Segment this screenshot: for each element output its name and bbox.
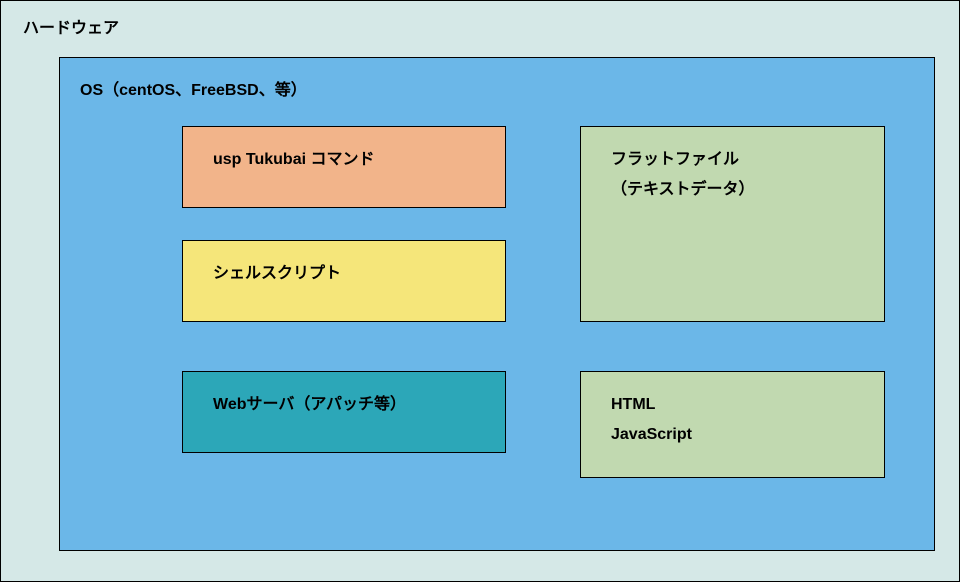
html-line2: JavaScript (611, 420, 884, 450)
diagram-canvas: ハードウェア OS（centOS、FreeBSD、等） usp Tukubai … (0, 0, 960, 582)
flatfile-box: フラットファイル （テキストデータ） (580, 126, 885, 322)
hardware-label: ハードウェア (23, 14, 119, 38)
flatfile-line2: （テキストデータ） (611, 175, 884, 205)
html-line1: HTML (611, 390, 884, 420)
web-box: Webサーバ（アパッチ等） (182, 371, 506, 453)
web-label: Webサーバ（アパッチ等） (213, 390, 505, 420)
shell-label: シェルスクリプト (213, 259, 505, 289)
os-box: OS（centOS、FreeBSD、等） usp Tukubai コマンド シェ… (59, 57, 935, 551)
tukubai-label: usp Tukubai コマンド (213, 145, 505, 175)
tukubai-box: usp Tukubai コマンド (182, 126, 506, 208)
shell-box: シェルスクリプト (182, 240, 506, 322)
os-label: OS（centOS、FreeBSD、等） (80, 76, 307, 100)
flatfile-line1: フラットファイル (611, 145, 884, 175)
hardware-box: ハードウェア OS（centOS、FreeBSD、等） usp Tukubai … (0, 0, 960, 582)
html-box: HTML JavaScript (580, 371, 885, 478)
